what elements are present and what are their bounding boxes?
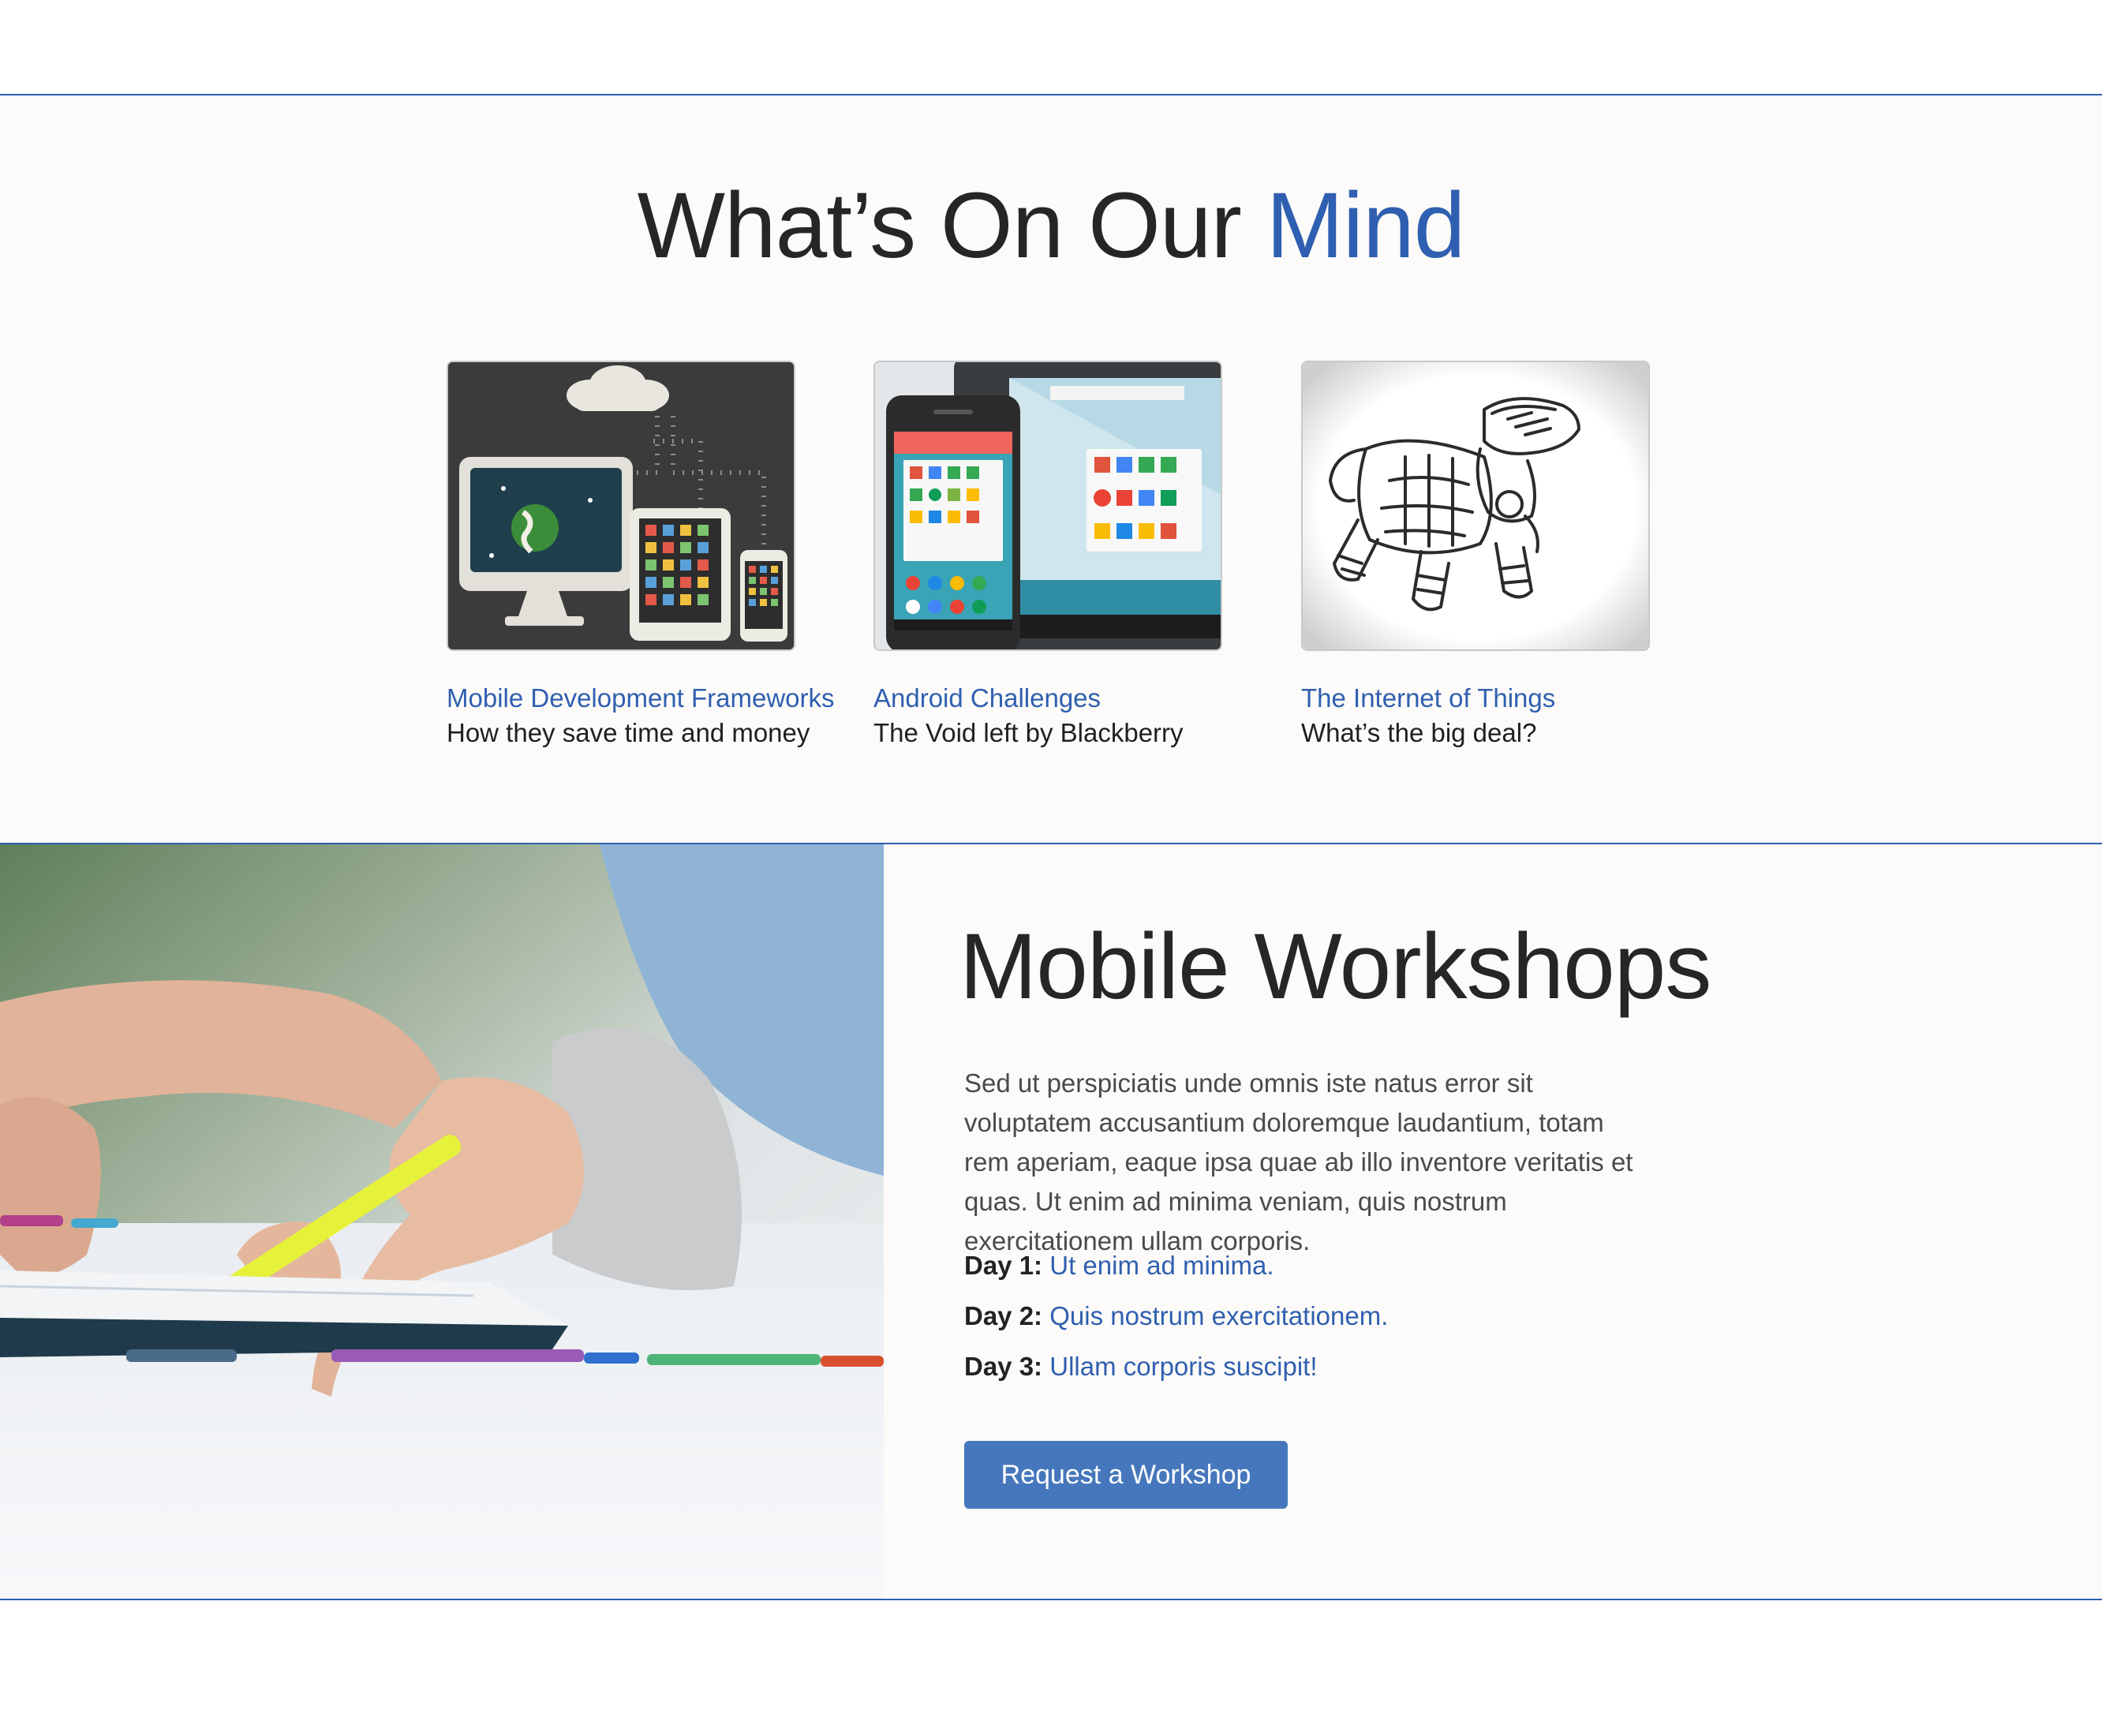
workshop-hands-photo <box>0 844 884 1599</box>
day-item: Day 2: Quis nostrum exercitationem. <box>964 1291 1674 1341</box>
workshops-title: Mobile Workshops <box>959 915 1711 1019</box>
article-cards: Mobile Development Frameworks How they s… <box>447 361 1654 755</box>
day-link[interactable]: Quis nostrum exercitationem. <box>1049 1301 1388 1330</box>
devices-cloud-image[interactable] <box>447 361 795 651</box>
top-spacer <box>0 0 2102 94</box>
article-card[interactable]: Android Challenges The Void left by Blac… <box>873 361 1229 750</box>
day-link[interactable]: Ullam corporis suscipit! <box>1049 1352 1317 1381</box>
bottom-spacer <box>0 1600 2102 1736</box>
day-link[interactable]: Ut enim ad minima. <box>1049 1251 1274 1280</box>
whats-on-our-mind-section: What’s On Our Mind Mobile Development Fr… <box>0 95 2102 843</box>
card-subtitle: How they save time and money <box>447 718 810 747</box>
title-main: What’s On Our <box>637 174 1266 278</box>
day-item: Day 1: Ut enim ad minima. <box>964 1240 1674 1291</box>
card-subtitle: What’s the big deal? <box>1301 718 1537 747</box>
day-label: Day 2: <box>964 1301 1043 1330</box>
android-devices-image[interactable] <box>873 361 1222 651</box>
card-title-link[interactable]: The Internet of Things <box>1301 681 1656 716</box>
day-item: Day 3: Ullam corporis suscipit! <box>964 1341 1674 1392</box>
card-title-link[interactable]: Android Challenges <box>873 681 1229 716</box>
workshops-description: Sed ut perspiciatis unde omnis iste natu… <box>964 1068 1633 1255</box>
robot-dog-sketch-image[interactable] <box>1301 361 1650 651</box>
request-workshop-button[interactable]: Request a Workshop <box>964 1441 1288 1509</box>
article-card[interactable]: The Internet of Things What’s the big de… <box>1301 361 1656 750</box>
section-title: What’s On Our Mind <box>0 174 2102 277</box>
workshop-days-list: Day 1: Ut enim ad minima. Day 2: Quis no… <box>964 1240 1674 1392</box>
day-label: Day 1: <box>964 1251 1043 1280</box>
card-subtitle: The Void left by Blackberry <box>873 718 1184 747</box>
mobile-workshops-section: Mobile Workshops Sed ut perspiciatis und… <box>0 844 2102 1599</box>
card-title-link[interactable]: Mobile Development Frameworks <box>447 681 835 716</box>
day-label: Day 3: <box>964 1352 1043 1381</box>
title-accent: Mind <box>1266 174 1466 278</box>
article-card[interactable]: Mobile Development Frameworks How they s… <box>447 361 835 750</box>
